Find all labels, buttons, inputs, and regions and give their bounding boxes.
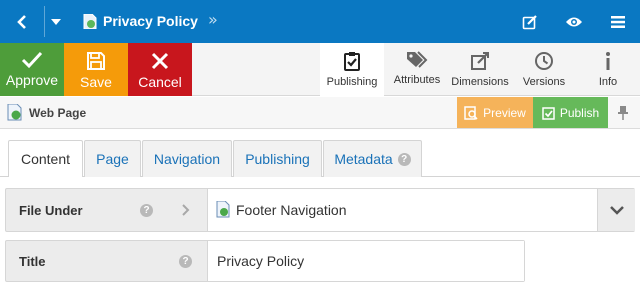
tab-navigation[interactable]: Navigation <box>142 140 232 177</box>
menu-button[interactable] <box>608 12 628 32</box>
help-icon[interactable]: ? <box>140 204 153 217</box>
publishing-icon <box>344 52 360 71</box>
chevron-down-icon <box>609 205 624 215</box>
file-under-value: Footer Navigation <box>236 202 347 218</box>
file-under-row: File Under ? Footer Navigation <box>5 188 635 232</box>
title-row: Title ? Privacy Policy <box>5 240 525 282</box>
tool-label: Publishing <box>326 76 378 88</box>
back-button[interactable] <box>0 0 44 43</box>
view-button[interactable] <box>564 12 584 32</box>
tool-info[interactable]: Info <box>584 43 632 96</box>
content-tabs: Content Page Navigation Publishing Metad… <box>0 129 640 178</box>
view-icon <box>566 17 582 27</box>
page-icon <box>83 14 97 29</box>
tab-content[interactable]: Content <box>8 140 83 178</box>
tab-metadata[interactable]: Metadata ? <box>323 140 422 177</box>
tool-publishing[interactable]: Publishing <box>320 43 384 96</box>
help-icon[interactable]: ? <box>179 255 192 268</box>
edit-button[interactable] <box>520 12 540 32</box>
content-type-label: Web Page <box>29 106 87 120</box>
web-page-icon <box>216 201 230 218</box>
content-type-bar: Web Page Preview Publish <box>0 97 640 129</box>
tool-attributes[interactable]: Attributes <box>388 43 446 96</box>
publish-icon <box>542 106 555 120</box>
tool-label: Dimensions <box>451 76 509 88</box>
tab-label: Navigation <box>153 151 221 167</box>
save-button[interactable]: Save <box>64 43 128 96</box>
preview-button[interactable]: Preview <box>457 97 533 128</box>
tool-label: Versions <box>522 76 566 88</box>
tab-label: Publishing <box>245 151 310 167</box>
help-icon[interactable]: ? <box>397 152 411 166</box>
tab-page[interactable]: Page <box>84 140 141 177</box>
approve-button[interactable]: Approve <box>0 43 64 96</box>
preview-icon <box>464 105 478 120</box>
close-icon <box>151 52 169 70</box>
cancel-button[interactable]: Cancel <box>128 43 192 96</box>
publish-label: Publish <box>559 105 600 120</box>
page-menu-dropdown[interactable] <box>45 0 67 43</box>
tool-label: Attributes <box>393 74 441 86</box>
tool-label: Info <box>598 76 618 88</box>
title-label: Title <box>19 254 46 269</box>
page-title: Privacy Policy <box>103 13 198 29</box>
publish-button[interactable]: Publish <box>533 97 608 128</box>
checkmark-icon <box>21 51 43 69</box>
dimensions-icon <box>471 52 489 70</box>
file-under-label: File Under <box>19 203 83 218</box>
breadcrumb-separator: » <box>208 10 218 29</box>
info-icon <box>606 52 610 70</box>
preview-label: Preview <box>483 105 526 120</box>
tool-versions[interactable]: Versions <box>515 43 573 96</box>
tab-label: Metadata <box>334 151 393 167</box>
pin-icon[interactable] <box>614 104 632 122</box>
tab-label: Content <box>20 151 71 167</box>
title-input[interactable]: Privacy Policy <box>207 241 524 281</box>
approve-label: Approve <box>5 72 59 88</box>
tool-dimensions[interactable]: Dimensions <box>449 43 511 96</box>
action-toolbar: Approve Save Cancel Publishing Attribute… <box>0 43 640 96</box>
back-icon <box>17 14 26 29</box>
file-under-dropdown-button[interactable] <box>597 189 635 231</box>
title-value: Privacy Policy <box>217 253 305 269</box>
dropdown-caret-icon <box>51 18 61 25</box>
edit-icon <box>522 15 537 30</box>
floppy-disk-icon <box>87 52 105 70</box>
top-bar: Privacy Policy » <box>0 0 640 43</box>
clock-icon <box>535 52 553 70</box>
tags-icon <box>407 51 428 68</box>
tab-publishing[interactable]: Publishing <box>233 140 322 177</box>
tab-label: Page <box>96 151 129 167</box>
menu-icon <box>611 16 625 28</box>
chevron-right-icon[interactable] <box>182 204 190 216</box>
save-label: Save <box>80 74 112 90</box>
cancel-label: Cancel <box>138 74 182 90</box>
file-under-field[interactable]: Footer Navigation <box>207 189 597 231</box>
web-page-icon <box>7 104 22 121</box>
